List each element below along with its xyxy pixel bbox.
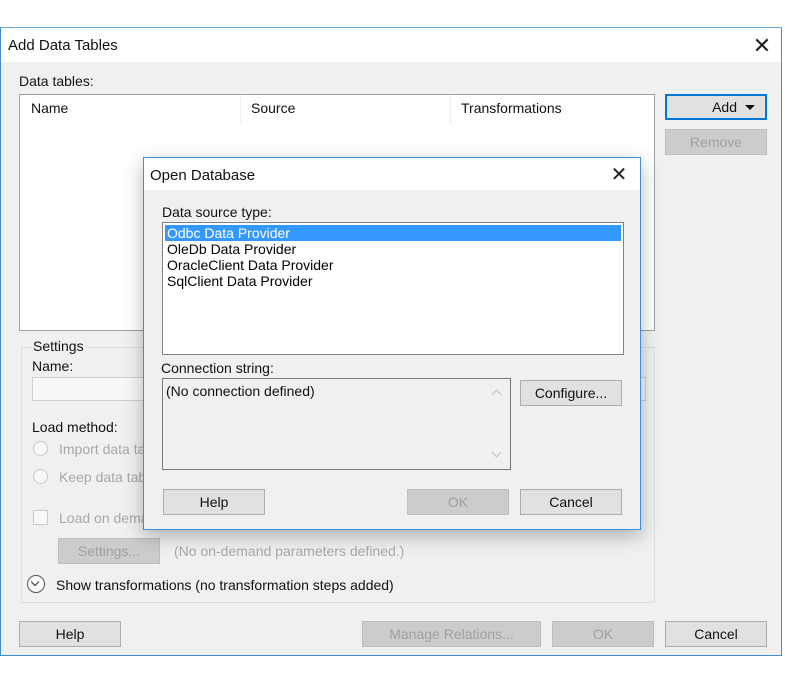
- data-source-type-list[interactable]: Odbc Data Provider OleDb Data Provider O…: [162, 222, 624, 355]
- dialog-ok-button[interactable]: OK: [407, 489, 509, 515]
- list-item[interactable]: Odbc Data Provider: [165, 225, 621, 241]
- name-label: Name:: [32, 358, 74, 374]
- data-tables-label: Data tables:: [19, 73, 94, 89]
- show-transformations-toggle[interactable]: Show transformations (no transformation …: [56, 577, 394, 593]
- data-source-type-label: Data source type:: [162, 204, 272, 220]
- window-title: Add Data Tables: [8, 37, 118, 54]
- list-item[interactable]: OleDb Data Provider: [165, 241, 621, 257]
- settings-group-label: Settings: [31, 338, 86, 354]
- connection-string-value: (No connection defined): [166, 383, 315, 399]
- dialog-help-button[interactable]: Help: [163, 489, 265, 515]
- column-header-name[interactable]: Name: [31, 100, 68, 116]
- dropdown-arrow-icon: [745, 105, 755, 110]
- column-separator[interactable]: [450, 95, 451, 123]
- radio-keep-external[interactable]: [33, 469, 48, 484]
- expand-chevron-icon[interactable]: [27, 575, 45, 593]
- close-icon[interactable]: ✕: [606, 162, 632, 188]
- configure-button[interactable]: Configure...: [520, 380, 622, 406]
- connection-string-textarea[interactable]: (No connection defined): [162, 378, 511, 470]
- open-database-dialog: Open Database ✕ Data source type: Odbc D…: [143, 157, 641, 530]
- add-button-label: Add: [712, 99, 737, 115]
- radio-import[interactable]: [33, 441, 48, 456]
- remove-button[interactable]: Remove: [665, 129, 767, 155]
- close-icon[interactable]: ✕: [749, 33, 775, 59]
- on-demand-note: (No on-demand parameters defined.): [174, 543, 405, 559]
- scroll-down-icon[interactable]: [491, 447, 502, 458]
- list-item[interactable]: OracleClient Data Provider: [165, 257, 621, 273]
- load-on-demand-checkbox[interactable]: [33, 510, 48, 525]
- dialog-title: Open Database: [150, 167, 256, 184]
- help-button[interactable]: Help: [19, 621, 121, 647]
- connection-string-label: Connection string:: [161, 360, 274, 376]
- dialog-title-bar: Open Database ✕: [144, 158, 640, 190]
- column-separator[interactable]: [240, 95, 241, 123]
- scroll-up-icon[interactable]: [491, 389, 502, 400]
- add-button[interactable]: Add: [665, 94, 767, 120]
- list-item[interactable]: SqlClient Data Provider: [165, 273, 621, 289]
- ok-button[interactable]: OK: [552, 621, 654, 647]
- vertical-scrollbar[interactable]: [487, 379, 509, 469]
- dialog-cancel-button[interactable]: Cancel: [520, 489, 622, 515]
- column-header-transformations[interactable]: Transformations: [461, 100, 562, 116]
- load-method-label: Load method:: [32, 419, 118, 435]
- cancel-button[interactable]: Cancel: [665, 621, 767, 647]
- on-demand-settings-button[interactable]: Settings...: [58, 538, 160, 564]
- manage-relations-button[interactable]: Manage Relations...: [362, 621, 541, 647]
- title-bar: Add Data Tables ✕: [1, 28, 781, 62]
- column-header-source[interactable]: Source: [251, 100, 295, 116]
